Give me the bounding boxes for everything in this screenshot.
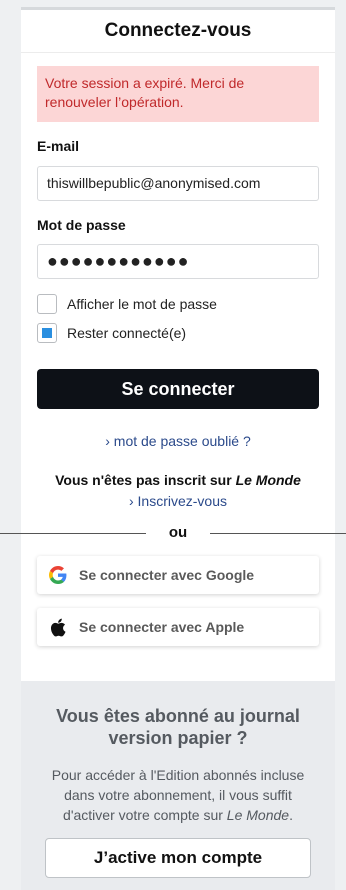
- promo-text-line-3-prefix: d'activer votre compte sur: [63, 807, 227, 823]
- divider-word: ou: [168, 524, 188, 541]
- or-divider: ou: [0, 523, 346, 543]
- apple-logo-icon: [48, 617, 68, 637]
- email-field[interactable]: thiswillbepublic@anonymised.com: [37, 166, 319, 201]
- stay-connected-label: Rester connecté(e): [67, 325, 187, 341]
- show-password-checkbox[interactable]: [37, 294, 57, 314]
- apple-login-label: Se connecter avec Apple: [79, 619, 245, 635]
- show-password-row[interactable]: Afficher le mot de passe: [37, 293, 217, 315]
- google-login-button[interactable]: Se connecter avec Google: [37, 556, 319, 594]
- not-registered-prefix: Vous n'êtes pas inscrit sur: [55, 472, 236, 488]
- brand-name: Le Monde: [235, 472, 301, 488]
- alert-line-1: Votre session a expiré. Merci de: [45, 75, 245, 91]
- google-login-label: Se connecter avec Google: [79, 567, 255, 583]
- print-subscriber-panel: Vous êtes abonné au journal version papi…: [21, 681, 335, 890]
- promo-brand-name: Le Monde: [226, 807, 290, 823]
- promo-text-line-3-suffix: .: [289, 807, 293, 823]
- promo-text-line-1: Pour accéder à l'Edition abonnés incluse: [51, 767, 305, 783]
- stay-connected-row[interactable]: Rester connecté(e): [37, 322, 186, 344]
- not-registered-text: Vous n'êtes pas inscrit sur Le Monde: [21, 472, 335, 488]
- password-field[interactable]: ●●●●●●●●●●●●: [37, 244, 319, 279]
- stay-connected-checkbox[interactable]: [37, 323, 57, 343]
- forgot-password-link[interactable]: › mot de passe oublié ?: [21, 433, 335, 449]
- register-link[interactable]: › Inscrivez-vous: [21, 493, 335, 509]
- promo-text: Pour accéder à l'Edition abonnés incluse…: [39, 765, 317, 825]
- top-strip: [21, 0, 335, 7]
- promo-text-line-2: dans votre abonnement, il vous suffit: [64, 787, 292, 803]
- show-password-label: Afficher le mot de passe: [67, 296, 217, 312]
- promo-title-line-2: version papier ?: [108, 728, 248, 748]
- password-label: Mot de passe: [37, 217, 126, 233]
- promo-text-line-3: d'activer votre compte sur Le Monde.: [39, 805, 317, 825]
- promo-title-line-1: Vous êtes abonné au journal: [56, 706, 300, 726]
- activate-account-button[interactable]: J’active mon compte: [45, 838, 311, 878]
- apple-login-button[interactable]: Se connecter avec Apple: [37, 608, 319, 646]
- session-expired-alert: Votre session a expiré. Merci de renouve…: [37, 66, 319, 122]
- login-card: Connectez-vous Votre session a expiré. M…: [0, 7, 346, 681]
- alert-line-2: renouveler l’opération.: [45, 94, 184, 110]
- page-title: Connectez-vous: [21, 10, 335, 53]
- google-logo-icon: [48, 565, 68, 585]
- promo-title: Vous êtes abonné au journal version papi…: [21, 705, 335, 749]
- login-button[interactable]: Se connecter: [37, 369, 319, 409]
- email-label: E-mail: [37, 138, 80, 154]
